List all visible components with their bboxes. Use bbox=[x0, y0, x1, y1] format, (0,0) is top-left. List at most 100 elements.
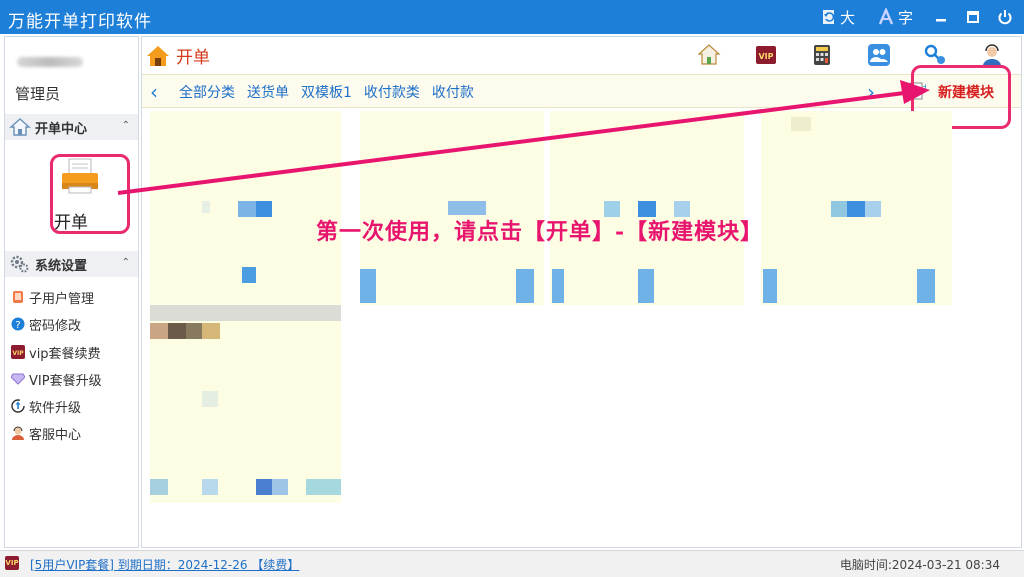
vip-badge-icon: VIP bbox=[5, 556, 19, 570]
svg-text:?: ? bbox=[15, 320, 20, 331]
thumb-pixel bbox=[242, 267, 256, 283]
svg-text:VIP: VIP bbox=[758, 52, 773, 61]
vip-expiry-link[interactable]: [5用户VIP套餐] 到期日期：2024-12-26 【续费】 bbox=[30, 556, 299, 573]
menu-item-support[interactable]: 客服中心 bbox=[11, 423, 81, 443]
calculator-icon[interactable] bbox=[810, 43, 834, 67]
minimize-icon[interactable] bbox=[932, 8, 950, 26]
thumb-pixel bbox=[306, 479, 341, 495]
maximize-icon[interactable] bbox=[964, 8, 982, 26]
collapse-chevron-icon[interactable]: ⌃ bbox=[122, 120, 130, 131]
font-char-label: 字 bbox=[898, 8, 914, 27]
tab-delivery-note[interactable]: 送货单 bbox=[247, 82, 289, 102]
thumb-pixel bbox=[150, 305, 341, 321]
thumb-pixel bbox=[202, 201, 210, 213]
font-a-icon bbox=[878, 8, 894, 25]
collapse-chevron-icon[interactable]: ⌃ bbox=[122, 257, 130, 268]
page-title: 开单 bbox=[146, 43, 210, 68]
thumb-pixel bbox=[448, 201, 486, 215]
section-settings-label: 系统设置 bbox=[35, 258, 88, 274]
kaidan-label[interactable]: 开单 bbox=[54, 208, 88, 233]
tab-payment[interactable]: 收付款 bbox=[432, 82, 474, 102]
user-name-blurred bbox=[17, 57, 83, 67]
menu-item-sub-user[interactable]: 子用户管理 bbox=[11, 287, 94, 307]
vip-toolbar-icon[interactable]: VIP bbox=[754, 43, 778, 67]
menu-item-label: 客服中心 bbox=[29, 427, 82, 443]
thumb-pixel bbox=[202, 479, 218, 495]
customer-service-icon[interactable] bbox=[980, 43, 1004, 67]
template-card[interactable] bbox=[360, 111, 544, 305]
svg-text:VIP: VIP bbox=[12, 350, 24, 357]
thumb-pixel bbox=[516, 269, 534, 303]
menu-item-password[interactable]: ? 密码修改 bbox=[11, 314, 81, 334]
font-big-label: 大 bbox=[840, 8, 856, 27]
app-title: 万能开单打印软件 bbox=[8, 12, 152, 32]
template-card[interactable] bbox=[150, 111, 341, 305]
diamond-icon bbox=[11, 372, 25, 386]
menu-item-software-upgrade[interactable]: 软件升级 bbox=[11, 396, 81, 416]
menu-item-label: 软件升级 bbox=[29, 400, 82, 416]
home-orange-icon bbox=[147, 45, 169, 66]
thumb-pixel bbox=[272, 479, 288, 495]
printer-icon bbox=[62, 158, 98, 194]
category-tabs: 全部分类 送货单 双模板1 收付款类 收付款 bbox=[179, 82, 474, 102]
question-icon: ? bbox=[11, 317, 25, 331]
scroll-left-icon[interactable]: ‹ bbox=[150, 80, 158, 104]
title-bar: 万能开单打印软件 大 字 bbox=[0, 0, 1024, 34]
main-panel: 开单 VIP ‹ 全部分类 送货单 双模板1 收付款类 收付款 › + 新建模块 bbox=[141, 36, 1022, 548]
thumb-pixel bbox=[202, 391, 218, 407]
menu-item-label: 子用户管理 bbox=[29, 291, 95, 307]
vip-icon: VIP bbox=[11, 345, 25, 359]
thumb-pixel bbox=[150, 479, 168, 495]
thumb-pixel bbox=[256, 479, 272, 495]
thumb-pixel bbox=[238, 201, 256, 217]
menu-item-label: VIP套餐升级 bbox=[29, 373, 102, 389]
menu-item-label: 密码修改 bbox=[29, 318, 82, 334]
thumb-pixel bbox=[202, 323, 220, 339]
menu-item-label: vip套餐续费 bbox=[29, 346, 101, 362]
thumb-pixel bbox=[360, 269, 376, 303]
section-system-settings[interactable]: 系统设置 ⌃ bbox=[5, 251, 138, 277]
gears-icon bbox=[10, 255, 29, 273]
users-icon[interactable] bbox=[867, 43, 891, 67]
thumb-pixel bbox=[865, 201, 881, 217]
sidebar: 管理员 开单中心 ⌃ 开单 系统设置 ⌃ 子用户管理 ? 密码修改 VIP vi… bbox=[4, 36, 139, 548]
home-icon bbox=[9, 118, 31, 136]
template-card[interactable] bbox=[150, 305, 341, 503]
key-user-icon[interactable] bbox=[923, 43, 947, 67]
page-title-text: 开单 bbox=[176, 48, 210, 68]
thumb-pixel bbox=[186, 323, 202, 339]
thumb-pixel bbox=[831, 201, 847, 217]
support-icon bbox=[11, 426, 25, 440]
thumb-pixel bbox=[917, 269, 935, 303]
tab-dual-template[interactable]: 双模板1 bbox=[301, 82, 352, 102]
scroll-right-icon[interactable]: › bbox=[867, 80, 875, 104]
category-tab-bar: ‹ 全部分类 送货单 双模板1 收付款类 收付款 › + 新建模块 bbox=[142, 74, 1021, 108]
thumb-pixel bbox=[847, 201, 865, 217]
thumb-pixel bbox=[791, 117, 811, 131]
menu-item-vip-renew[interactable]: VIP vip套餐续费 bbox=[11, 342, 101, 362]
tablet-icon bbox=[11, 290, 25, 304]
home-toolbar-icon[interactable] bbox=[697, 43, 721, 67]
font-char-button[interactable]: 字 bbox=[878, 7, 913, 27]
thumb-pixel bbox=[552, 269, 564, 303]
thumb-pixel bbox=[150, 323, 168, 339]
refresh-icon bbox=[823, 10, 835, 24]
template-card[interactable] bbox=[761, 111, 952, 305]
status-bar: VIP [5用户VIP套餐] 到期日期：2024-12-26 【续费】 电脑时间… bbox=[0, 550, 1024, 577]
thumb-pixel bbox=[256, 201, 272, 217]
menu-item-vip-upgrade[interactable]: VIP套餐升级 bbox=[11, 369, 102, 389]
guide-annotation: 第一次使用，请点击【开单】-【新建模块】 bbox=[316, 219, 764, 245]
tab-all-categories[interactable]: 全部分类 bbox=[179, 82, 235, 102]
section-kaidan-label: 开单中心 bbox=[35, 121, 88, 137]
thumb-pixel bbox=[168, 323, 186, 339]
section-kaidan-center[interactable]: 开单中心 ⌃ bbox=[5, 114, 138, 140]
thumb-pixel bbox=[763, 269, 777, 303]
template-card[interactable] bbox=[550, 111, 744, 305]
user-role: 管理员 bbox=[15, 85, 61, 103]
font-big-button[interactable]: 大 bbox=[820, 7, 855, 27]
system-clock: 电脑时间:2024-03-21 08:34 bbox=[839, 558, 1000, 572]
power-icon[interactable] bbox=[996, 8, 1014, 26]
thumb-pixel bbox=[638, 269, 654, 303]
upgrade-icon bbox=[11, 399, 25, 413]
tab-payment-category[interactable]: 收付款类 bbox=[364, 82, 420, 102]
